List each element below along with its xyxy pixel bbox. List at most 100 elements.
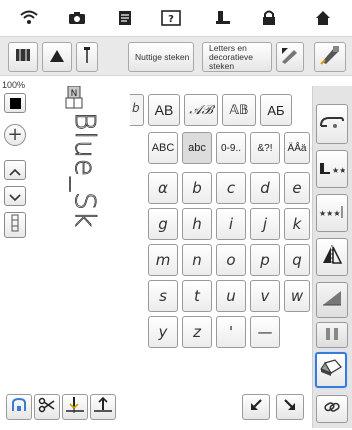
character-key[interactable]: b	[182, 172, 212, 204]
embroidery-button[interactable]	[314, 42, 346, 72]
tab-uppercase[interactable]: ABC	[148, 132, 178, 164]
character-key[interactable]: e	[284, 172, 310, 204]
character-key-label: z	[193, 323, 201, 341]
thread-cut-setting-button[interactable]	[316, 104, 348, 144]
presser-foot-icon[interactable]	[210, 7, 236, 29]
thread-spool-button[interactable]	[8, 42, 38, 72]
character-key-label: α	[158, 179, 168, 197]
needle-position-button[interactable]	[62, 394, 88, 420]
character-key[interactable]: h	[182, 208, 212, 240]
needle-button[interactable]	[76, 42, 98, 72]
wifi-icon[interactable]	[16, 7, 42, 29]
link-icon	[323, 399, 341, 419]
tab-label: abc	[188, 142, 206, 154]
character-key-label: n	[192, 251, 202, 269]
character-key[interactable]: i	[216, 208, 246, 240]
character-key[interactable]: w	[284, 280, 310, 312]
thread-color-button[interactable]	[4, 93, 26, 113]
character-key[interactable]: z	[182, 316, 212, 348]
svg-text:★★: ★★	[332, 166, 345, 175]
color-swatch-icon	[9, 97, 21, 109]
character-key-label: i	[228, 215, 234, 233]
help-icon[interactable]: ?	[158, 7, 184, 29]
font-tab-2[interactable]: 𝒜ℬ	[184, 94, 218, 126]
character-key-label: y	[158, 323, 168, 341]
character-key-label: k	[292, 215, 302, 233]
letters-decorative-button[interactable]: Letters en decoratieve steken	[202, 42, 272, 72]
presser-foot-lift-button[interactable]	[6, 394, 32, 420]
font-tab-partial[interactable]: b	[130, 94, 144, 126]
scroll-down-button[interactable]	[4, 186, 26, 206]
character-key[interactable]: p	[250, 244, 280, 276]
font-tab-1[interactable]: AB	[148, 94, 180, 126]
tab-lowercase[interactable]: abc	[182, 132, 212, 164]
tab-numbers[interactable]: 0-9..	[216, 132, 246, 164]
character-key-label: s	[159, 287, 167, 305]
character-key[interactable]: c	[216, 172, 246, 204]
move-down-right-button[interactable]	[276, 394, 304, 420]
triangle-button[interactable]	[42, 42, 72, 72]
stitch-spacing-button[interactable]: ★★★	[316, 194, 348, 232]
character-key[interactable]: q	[284, 244, 310, 276]
scroll-up-button[interactable]	[4, 160, 26, 180]
character-key[interactable]: n	[182, 244, 212, 276]
zoom-level: 100%	[2, 80, 26, 90]
needle-down-icon	[65, 396, 85, 418]
stitch-density-button[interactable]: ★★	[316, 150, 348, 188]
useful-stitches-button[interactable]: Nuttige steken	[128, 42, 194, 72]
character-key[interactable]: y	[148, 316, 178, 348]
edit-button[interactable]	[276, 42, 304, 72]
character-key[interactable]: o	[216, 244, 246, 276]
character-key[interactable]: —	[250, 316, 280, 348]
character-key[interactable]: α	[148, 172, 178, 204]
mode-toolbar: Nuttige steken Letters en decoratieve st…	[0, 36, 352, 76]
character-key[interactable]: m	[148, 244, 178, 276]
link-button[interactable]	[316, 395, 348, 423]
plus-icon: +	[7, 124, 23, 145]
needle-icon	[82, 46, 92, 68]
character-key-label: e	[292, 179, 302, 197]
arrow-down-left-icon	[248, 397, 264, 417]
character-key[interactable]: g	[148, 208, 178, 240]
character-key[interactable]: '	[216, 316, 246, 348]
zoom-in-button[interactable]: +	[4, 124, 26, 146]
font-partial-icon: b	[132, 101, 140, 115]
tab-accented[interactable]: ÄÅä	[284, 132, 310, 164]
character-key-label: j	[262, 215, 268, 233]
pattern-length-button[interactable]	[4, 212, 26, 238]
size-button[interactable]	[316, 322, 348, 348]
lock-icon[interactable]	[256, 7, 282, 29]
character-key[interactable]: t	[182, 280, 212, 312]
home-icon[interactable]	[310, 7, 336, 29]
character-key-label: —	[257, 323, 273, 341]
document-icon[interactable]	[112, 7, 138, 29]
tab-symbols[interactable]: &?!	[250, 132, 280, 164]
chevron-down-icon	[9, 187, 21, 206]
tab-label: ABC	[151, 142, 175, 154]
character-key[interactable]: d	[250, 172, 280, 204]
character-key[interactable]: j	[250, 208, 280, 240]
font-tab-4[interactable]: AБ	[260, 94, 292, 126]
character-key-label: p	[260, 251, 270, 269]
slant-button[interactable]	[316, 282, 348, 318]
tab-label: ÄÅä	[287, 142, 307, 154]
tab-label: &?!	[257, 142, 273, 154]
character-key-label: g	[158, 215, 168, 233]
character-key-label: d	[260, 179, 270, 197]
spacing-icon: ★★★	[319, 204, 345, 223]
erase-button[interactable]	[315, 352, 347, 388]
slant-icon	[321, 289, 343, 311]
embroidery-icon	[319, 45, 341, 69]
camera-icon[interactable]	[64, 7, 90, 29]
font-tab-3[interactable]: 𝔸𝔹	[222, 94, 256, 126]
thread-cutter-button[interactable]	[34, 394, 60, 420]
character-key[interactable]: v	[250, 280, 280, 312]
thread-spool-icon	[14, 47, 32, 67]
character-key[interactable]: u	[216, 280, 246, 312]
reverse-stitch-button[interactable]	[90, 394, 116, 420]
move-down-left-button[interactable]	[242, 394, 270, 420]
character-key[interactable]: s	[148, 280, 178, 312]
character-key[interactable]: k	[284, 208, 310, 240]
chevron-up-icon	[9, 161, 21, 180]
mirror-image-button[interactable]	[316, 238, 348, 276]
